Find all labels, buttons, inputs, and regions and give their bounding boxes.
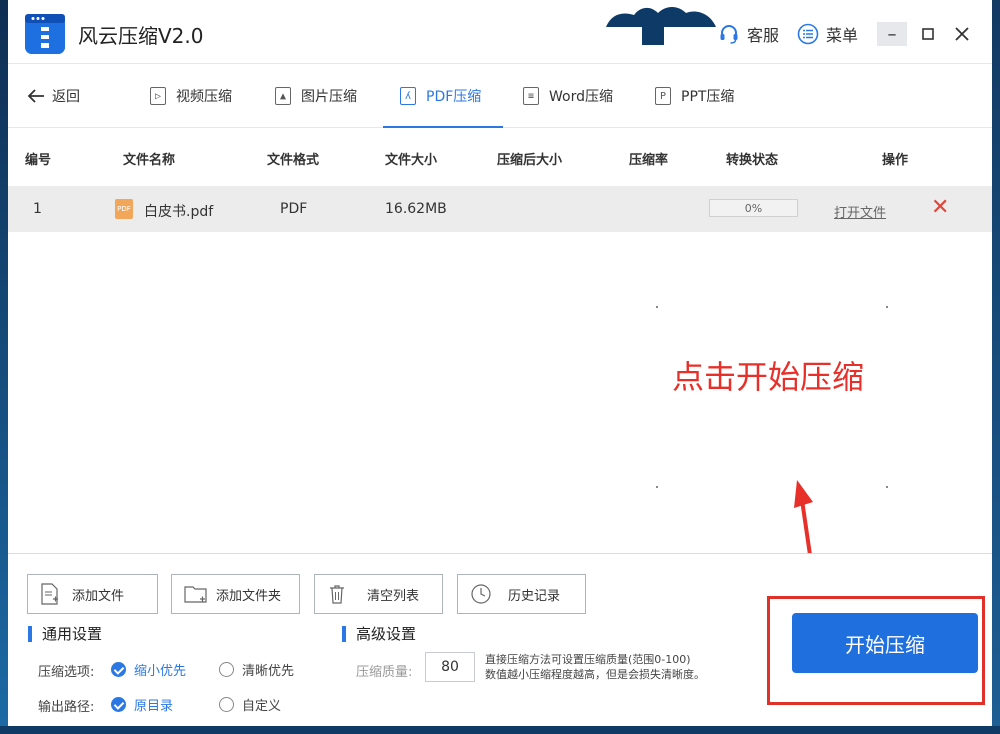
- output-path-label: 输出路径:: [38, 700, 95, 715]
- clear-list-label: 清空列表: [367, 588, 420, 604]
- add-folder-icon: [184, 586, 207, 603]
- radio-label: 自定义: [242, 699, 282, 714]
- add-file-label: 添加文件: [72, 588, 125, 604]
- add-file-button[interactable]: 添加文件: [27, 574, 158, 614]
- start-button-highlight-box: 开始压缩: [767, 596, 985, 705]
- app-window: 风云压缩V2.0 客服 菜单 – 返回 ▷ 视频压缩 ▲ 图片压缩 ʎ PDF压…: [8, 0, 992, 726]
- radio-label: 原目录: [134, 699, 174, 714]
- back-button[interactable]: 返回: [26, 86, 80, 106]
- pdf-file-icon: PDF: [115, 199, 133, 219]
- video-file-icon: ▷: [150, 87, 166, 105]
- close-icon: [955, 27, 969, 41]
- menu-list-icon: [797, 23, 819, 45]
- tab-label: PPT压缩: [681, 89, 735, 105]
- app-title: 风云压缩V2.0: [78, 24, 204, 48]
- customer-service-label: 客服: [747, 26, 780, 45]
- tab-label: 视频压缩: [176, 89, 232, 105]
- pdf-file-icon: ʎ: [400, 87, 416, 105]
- quality-desc-line: 数值越小压缩程度越高，但是会损失清晰度。: [485, 668, 705, 681]
- advanced-settings-title: 高级设置: [342, 626, 416, 642]
- radio-label: 缩小优先: [134, 664, 187, 679]
- column-header: 压缩后大小: [497, 153, 563, 168]
- quality-label: 压缩质量:: [356, 665, 413, 680]
- decorative-cloud-icon: [606, 7, 716, 45]
- tab-label: PDF压缩: [426, 89, 482, 105]
- open-file-link[interactable]: 打开文件: [834, 202, 886, 221]
- radio-custom-path[interactable]: 自定义: [219, 695, 281, 714]
- history-button[interactable]: 历史记录: [457, 574, 586, 614]
- row-index: 1: [33, 201, 42, 217]
- conversion-progress-bar: 0%: [709, 199, 798, 217]
- start-compress-button[interactable]: 开始压缩: [792, 613, 978, 673]
- menu-button[interactable]: 菜单: [797, 22, 858, 46]
- column-header: 操作: [882, 153, 909, 168]
- compress-option-label: 压缩选项:: [38, 665, 95, 680]
- column-header: 文件格式: [267, 153, 320, 168]
- column-header: 文件名称: [123, 153, 176, 168]
- maximize-button[interactable]: [913, 22, 943, 46]
- desktop-background-bottom: [0, 726, 1000, 734]
- radio-circle-icon: [219, 662, 234, 677]
- quality-input[interactable]: [425, 652, 475, 682]
- settings-panel: 添加文件 添加文件夹 清空列表 历史记录 通用设置 压缩选项: 缩小优先 清晰优…: [8, 553, 992, 726]
- column-header: 文件大小: [385, 153, 438, 168]
- word-file-icon: ≡: [523, 87, 539, 105]
- tab-pdf-compress[interactable]: ʎ PDF压缩: [382, 64, 504, 128]
- trash-icon: [330, 585, 344, 604]
- tab-bar: 返回 ▷ 视频压缩 ▲ 图片压缩 ʎ PDF压缩 ≡ Word压缩 P PPT压…: [8, 64, 992, 128]
- minimize-button[interactable]: –: [877, 22, 907, 46]
- add-file-icon: [41, 583, 58, 605]
- ppt-file-icon: P: [655, 87, 671, 105]
- back-label: 返回: [52, 89, 80, 105]
- column-header: 转换状态: [726, 153, 779, 168]
- annotation-hint-text: 点击开始压缩: [671, 358, 864, 396]
- clear-list-button[interactable]: 清空列表: [314, 574, 443, 614]
- column-header: 编号: [25, 153, 52, 168]
- file-size: 16.62MB: [385, 201, 447, 217]
- radio-clarity-priority[interactable]: 清晰优先: [219, 660, 294, 679]
- desktop-background-left: [0, 0, 8, 734]
- customer-service-button[interactable]: 客服: [718, 22, 779, 46]
- radio-size-priority[interactable]: 缩小优先: [111, 660, 186, 679]
- arrow-left-icon: [27, 89, 44, 103]
- general-settings-title: 通用设置: [28, 626, 102, 642]
- radio-circle-icon: [219, 697, 234, 712]
- marker-dot: [886, 486, 888, 488]
- table-row[interactable]: 1 PDF 白皮书.pdf PDF 16.62MB 0% 打开文件 ✕: [8, 186, 992, 232]
- clock-icon: [471, 584, 491, 604]
- quality-desc-line: 直接压缩方法可设置压缩质量(范围0-100): [485, 653, 691, 666]
- tab-word-compress[interactable]: ≡ Word压缩: [523, 64, 613, 128]
- tab-label: Word压缩: [549, 89, 613, 105]
- add-folder-label: 添加文件夹: [216, 588, 282, 604]
- marker-dot: [886, 306, 888, 308]
- add-folder-button[interactable]: 添加文件夹: [171, 574, 300, 614]
- app-logo-icon: [25, 14, 65, 54]
- table-header: 编号 文件名称 文件格式 文件大小 压缩后大小 压缩率 转换状态 操作: [8, 128, 992, 186]
- quality-description: 直接压缩方法可设置压缩质量(范围0-100) 数值越小压缩程度越高，但是会损失清…: [485, 652, 705, 682]
- radio-label: 清晰优先: [242, 664, 295, 679]
- history-label: 历史记录: [508, 588, 561, 604]
- title-bar: 风云压缩V2.0 客服 菜单 –: [8, 0, 992, 64]
- file-name: 白皮书.pdf: [144, 204, 214, 220]
- maximize-icon: [922, 28, 934, 40]
- menu-label: 菜单: [826, 26, 859, 45]
- headset-icon: [720, 25, 738, 44]
- column-header: 压缩率: [629, 153, 669, 168]
- image-file-icon: ▲: [275, 87, 291, 105]
- marker-dot: [656, 306, 658, 308]
- progress-text: 0%: [744, 201, 763, 215]
- tab-image-compress[interactable]: ▲ 图片压缩: [275, 64, 357, 128]
- tab-video-compress[interactable]: ▷ 视频压缩: [150, 64, 232, 128]
- desktop-background-right: [992, 0, 1000, 734]
- radio-check-icon: [111, 697, 126, 712]
- delete-row-icon[interactable]: ✕: [931, 195, 949, 220]
- radio-check-icon: [111, 662, 126, 677]
- file-format: PDF: [280, 201, 308, 217]
- tab-label: 图片压缩: [301, 89, 357, 105]
- close-button[interactable]: [947, 22, 977, 46]
- tab-ppt-compress[interactable]: P PPT压缩: [655, 64, 734, 128]
- marker-dot: [656, 486, 658, 488]
- radio-original-directory[interactable]: 原目录: [111, 695, 173, 714]
